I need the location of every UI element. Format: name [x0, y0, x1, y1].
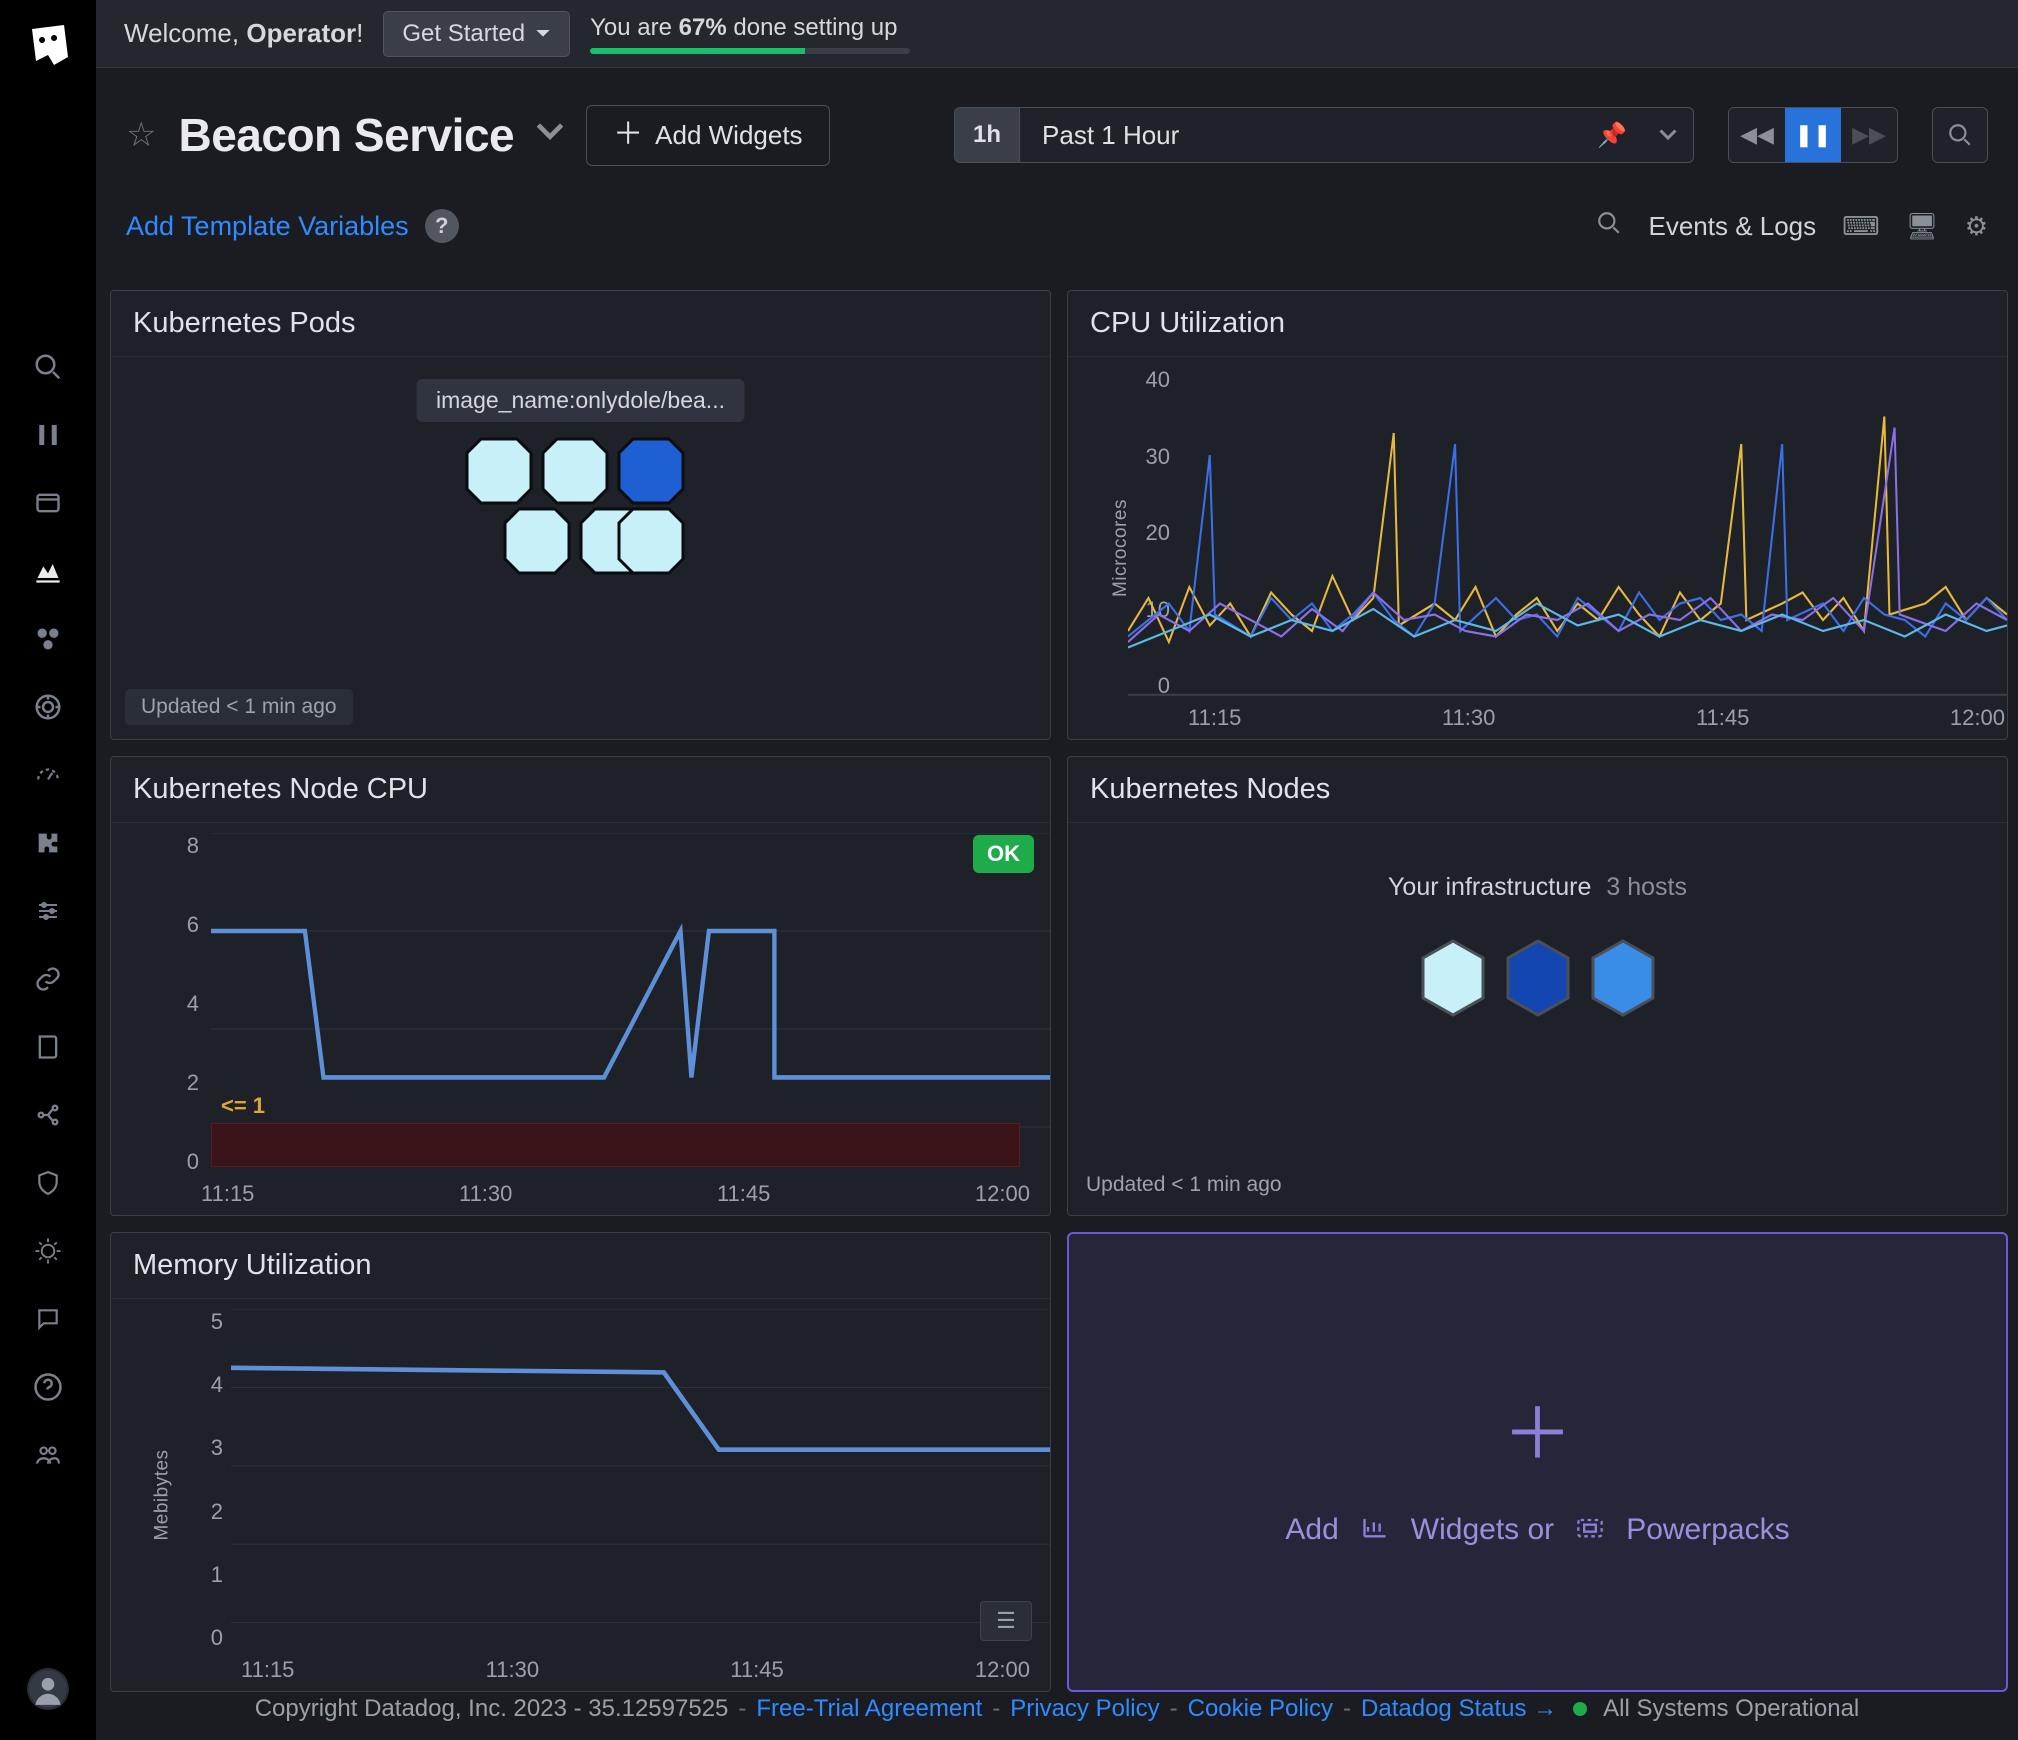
- datadog-logo-icon[interactable]: [19, 16, 77, 74]
- welcome-text: Welcome, Operator!: [124, 18, 363, 49]
- sliders-icon[interactable]: [27, 890, 69, 932]
- watchdog-icon[interactable]: [27, 414, 69, 456]
- chart-icon: [1361, 1513, 1389, 1547]
- link-icon[interactable]: [27, 958, 69, 1000]
- widget-node-cpu[interactable]: Kubernetes Node CPU OK 86420 <= 1 11:151…: [110, 756, 1051, 1216]
- notebook-icon[interactable]: [27, 1026, 69, 1068]
- puzzle-icon[interactable]: [27, 822, 69, 864]
- sub-row: Add Template Variables ? Events & Logs ⌨…: [96, 196, 2018, 256]
- y-axis: 86420: [157, 833, 199, 1175]
- infrastructure-icon[interactable]: [27, 618, 69, 660]
- mem-chart: [231, 1309, 1051, 1692]
- left-nav: [0, 0, 96, 1740]
- widget-title: CPU Utilization: [1068, 291, 2007, 357]
- dashboard-title: Beacon Service: [178, 108, 514, 162]
- caret-down-icon: [535, 28, 551, 40]
- hostmap-group-label: image_name:onlydole/bea...: [416, 379, 745, 422]
- title-dropdown-button[interactable]: [536, 121, 564, 149]
- events-icon[interactable]: [27, 482, 69, 524]
- plus-icon: ＋: [1503, 1378, 1573, 1479]
- dashboards-icon[interactable]: [27, 550, 69, 592]
- time-picker[interactable]: 1h Past 1 Hour 📌: [954, 107, 1694, 163]
- time-range-chip[interactable]: 1h: [955, 108, 1020, 162]
- monitor-icon[interactable]: 🖥: [1906, 211, 1939, 242]
- search-icon[interactable]: [27, 346, 69, 388]
- footer-link-privacy[interactable]: Privacy Policy: [1010, 1695, 1159, 1723]
- time-dropdown-button[interactable]: [1643, 108, 1693, 162]
- user-avatar[interactable]: [27, 1668, 69, 1710]
- footer-link-cookie[interactable]: Cookie Policy: [1188, 1695, 1333, 1723]
- time-nav: ◀◀ ❚❚ ▶▶: [1728, 107, 1898, 163]
- team-icon[interactable]: [27, 1434, 69, 1476]
- top-bar: Welcome, Operator! Get Started You are 6…: [96, 0, 2018, 68]
- infra-caption: Your infrastructure 3 hosts: [1068, 873, 2007, 902]
- footer-link-trial[interactable]: Free-Trial Agreement: [756, 1695, 982, 1723]
- add-widget-line: Add Widgets or Powerpacks: [1285, 1513, 1789, 1547]
- flow-icon[interactable]: [27, 1094, 69, 1136]
- virus-icon[interactable]: [27, 1230, 69, 1272]
- time-forward-button[interactable]: ▶▶: [1841, 108, 1897, 162]
- time-pause-button[interactable]: ❚❚: [1785, 108, 1841, 162]
- add-widgets-button[interactable]: ＋ Add Widgets: [586, 105, 829, 166]
- target-icon[interactable]: [27, 686, 69, 728]
- setup-progress[interactable]: You are 67% done setting up: [590, 14, 910, 54]
- systems-status-text: All Systems Operational: [1603, 1695, 1859, 1723]
- favorite-star-icon[interactable]: ☆: [126, 115, 156, 155]
- widget-k8s-nodes[interactable]: Kubernetes Nodes Your infrastructure 3 h…: [1067, 756, 2008, 1216]
- y-axis-label: Mebibytes: [152, 1449, 174, 1540]
- cpu-chart: [1128, 367, 2007, 697]
- footer-link-status[interactable]: Datadog Status →: [1361, 1695, 1557, 1723]
- add-template-variables-link[interactable]: Add Template Variables: [126, 211, 409, 242]
- status-dot-icon: [1573, 1702, 1587, 1716]
- get-started-button[interactable]: Get Started: [383, 11, 570, 57]
- widget-k8s-pods[interactable]: Kubernetes Pods image_name:onlydole/bea.…: [110, 290, 1051, 740]
- shield-icon[interactable]: [27, 1162, 69, 1204]
- updated-label: Updated < 1 min ago: [1086, 1173, 1282, 1197]
- powerpack-icon: [1576, 1513, 1604, 1547]
- add-widget-placeholder[interactable]: ＋ Add Widgets or Powerpacks: [1067, 1232, 2008, 1692]
- time-back-button[interactable]: ◀◀: [1729, 108, 1785, 162]
- widget-cpu-utilization[interactable]: CPU Utilization Microcores 403020100: [1067, 290, 2008, 740]
- events-logs-link[interactable]: Events & Logs: [1648, 211, 1816, 242]
- pin-icon[interactable]: 📌: [1581, 108, 1643, 162]
- x-axis: 11:1511:3011:4512:00: [1188, 705, 2005, 731]
- widget-title: Kubernetes Nodes: [1068, 757, 2007, 823]
- widget-title: Memory Utilization: [111, 1233, 1050, 1299]
- settings-gear-icon[interactable]: ⚙: [1965, 211, 1988, 242]
- updated-label: Updated < 1 min ago: [125, 689, 353, 725]
- search-icon[interactable]: [1596, 210, 1622, 243]
- threshold-band: [211, 1123, 1020, 1167]
- threshold-label: <= 1: [221, 1093, 265, 1119]
- widget-grid: Kubernetes Pods image_name:onlydole/bea.…: [110, 290, 2008, 1670]
- footer: Copyright Datadog, Inc. 2023 - 35.125975…: [96, 1678, 2018, 1740]
- help-icon[interactable]: [27, 1366, 69, 1408]
- widget-title: Kubernetes Pods: [111, 291, 1050, 357]
- title-row: ☆ Beacon Service ＋ Add Widgets 1h Past 1…: [96, 90, 2018, 180]
- template-help-icon[interactable]: ?: [425, 209, 459, 243]
- widget-title: Kubernetes Node CPU: [111, 757, 1050, 823]
- widget-memory-utilization[interactable]: Memory Utilization Mebibytes 543210 ☰ 1: [110, 1232, 1051, 1692]
- global-search-button[interactable]: [1932, 107, 1988, 163]
- keyboard-icon[interactable]: ⌨: [1842, 211, 1880, 242]
- pod-hostmap: [451, 433, 711, 600]
- copyright-text: Copyright Datadog, Inc. 2023 - 35.125975…: [255, 1695, 729, 1723]
- node-hostmap: [1408, 933, 1668, 1050]
- time-range-label: Past 1 Hour: [1020, 120, 1581, 151]
- y-axis: 543210: [181, 1309, 223, 1651]
- x-axis: 11:1511:3011:4512:00: [201, 1181, 1030, 1207]
- gauge-icon[interactable]: [27, 754, 69, 796]
- chat-icon[interactable]: [27, 1298, 69, 1340]
- legend-toggle-button[interactable]: ☰: [980, 1601, 1032, 1641]
